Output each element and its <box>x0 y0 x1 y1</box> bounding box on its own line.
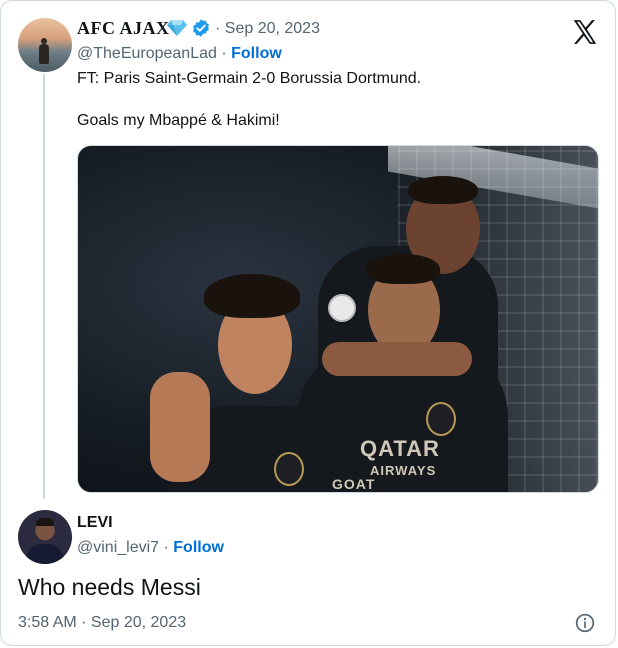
thread-connector-line <box>43 74 45 499</box>
shirt-sponsor: QATAR <box>360 436 440 461</box>
psg-crest <box>274 452 304 486</box>
info-icon[interactable] <box>575 613 595 633</box>
tweet-card: AFC AJAX · Sep 20, 2023 @TheEuropeanLad … <box>0 0 616 646</box>
handle-separator: · <box>159 539 174 556</box>
avatar-hair <box>36 518 54 526</box>
reply-timestamp[interactable]: 3:58 AM · Sep 20, 2023 <box>18 614 186 632</box>
reply-author-name[interactable]: LEVI <box>77 514 113 532</box>
handle-separator: · <box>216 45 232 62</box>
reply-handle-line: @vini_levi7 · Follow <box>77 539 224 557</box>
author-handle[interactable]: @TheEuropeanLad <box>77 45 217 62</box>
player-mbappe-hair <box>408 176 478 204</box>
reply-author-avatar[interactable] <box>18 510 72 564</box>
player-hakimi-hair <box>366 254 440 284</box>
avatar-figure <box>39 38 49 64</box>
champions-league-badge <box>328 294 356 322</box>
reply-author-handle[interactable]: @vini_levi7 <box>77 539 159 556</box>
author-name[interactable]: AFC AJAX <box>77 18 170 39</box>
tweet-photo[interactable]: QATAR AIRWAYS GOAT <box>77 145 599 493</box>
follow-button[interactable]: Follow <box>231 45 282 62</box>
player-arm <box>322 342 472 376</box>
shirt-sponsor-sub: AIRWAYS <box>370 463 437 478</box>
author-badges <box>167 18 211 38</box>
tweet-text: FT: Paris Saint-Germain 2-0 Borussia Dor… <box>77 68 421 131</box>
avatar-shirt <box>26 544 64 564</box>
tweet-text-line: Goals my Mbappé & Hakimi! <box>77 112 280 129</box>
shirt-print: GOAT <box>332 476 376 492</box>
author-avatar[interactable] <box>18 18 72 72</box>
tweet-text-line: FT: Paris Saint-Germain 2-0 Borussia Dor… <box>77 70 422 87</box>
author-handle-line: @TheEuropeanLad · Follow <box>77 45 282 63</box>
player-vitinha-hair <box>204 274 300 318</box>
psg-crest <box>426 402 456 436</box>
reply-follow-button[interactable]: Follow <box>173 539 224 556</box>
reply-text: Who needs Messi <box>18 574 201 600</box>
player-vitinha-arm <box>150 372 210 482</box>
tweet-date[interactable]: · Sep 20, 2023 <box>215 20 320 38</box>
x-logo-icon[interactable] <box>570 17 600 47</box>
diamond-icon <box>167 20 187 36</box>
verified-badge-icon <box>193 19 209 37</box>
